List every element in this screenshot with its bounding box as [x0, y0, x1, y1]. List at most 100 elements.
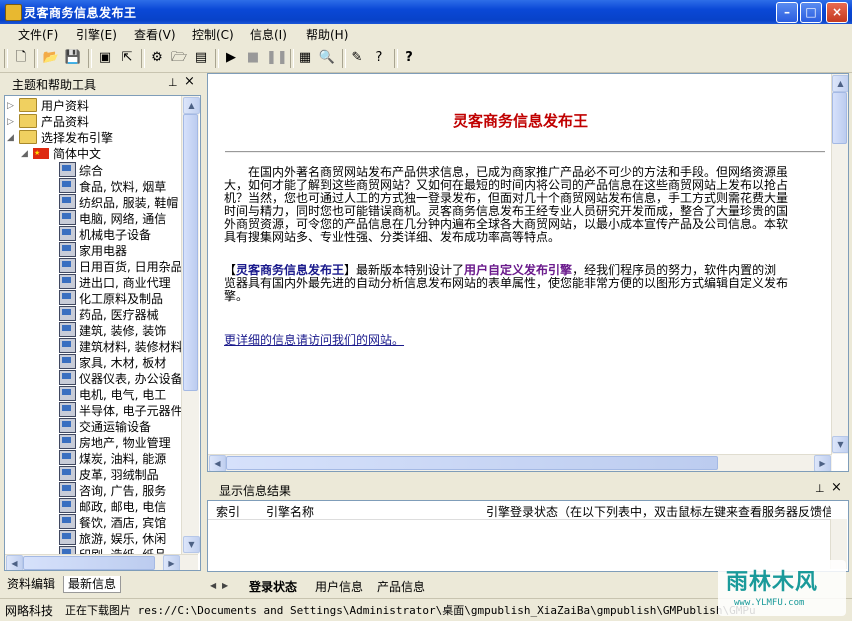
panel-close-icon[interactable]: ×	[184, 74, 195, 89]
play-icon[interactable]: ▶	[222, 49, 240, 67]
menu-engine[interactable]: 引擎(E)	[76, 26, 117, 43]
help-context-icon[interactable]: ?	[370, 49, 388, 67]
expand-arrow-icon[interactable]: ◢	[21, 146, 28, 162]
expand-arrow-icon[interactable]: ◢	[7, 130, 14, 146]
column-engine-name[interactable]: 引擎名称	[266, 503, 314, 520]
tab-scroll-right-icon[interactable]: ▶	[222, 581, 228, 590]
tree-item[interactable]: 纺织品, 服装, 鞋帽	[59, 194, 178, 210]
tree-item[interactable]: 餐饮, 酒店, 宾馆	[59, 514, 166, 530]
tree-item[interactable]: 家具, 木材, 板材	[59, 354, 166, 370]
watermark-logo-text: 雨林木风	[726, 570, 819, 595]
pin-icon[interactable]: ⊥	[168, 76, 178, 89]
tools-icon[interactable]: ⚙	[148, 49, 166, 67]
tab-latest-info[interactable]: 最新信息	[63, 576, 122, 593]
pause-icon[interactable]: ❚❚	[266, 49, 288, 67]
tree-item[interactable]: 电机, 电气, 电工	[59, 386, 166, 402]
topic-tree[interactable]: ▷ 用户资料 ▷ 产品资料 ◢ 选择发布引擎 ◢ 简体中文综合食品, 饮料, 烟草纺织品, 服…	[4, 95, 201, 571]
scroll-right-arrow-icon[interactable]: ▶	[163, 555, 180, 570]
computer-icon	[59, 290, 76, 305]
content-horizontal-scrollbar[interactable]: ◀ ▶	[208, 454, 832, 471]
save-icon[interactable]: 💾	[64, 49, 82, 67]
menu-file[interactable]: 文件(F)	[18, 26, 58, 43]
tree-vertical-scrollbar[interactable]: ▲ ▼	[181, 96, 200, 554]
tree-item[interactable]: ▷ 用户资料	[7, 98, 89, 114]
tree-item[interactable]: 电脑, 网络, 通信	[59, 210, 166, 226]
menu-help[interactable]: 帮助(H)	[306, 26, 348, 43]
content-h-scroll-thumb[interactable]	[226, 456, 718, 470]
tree-horizontal-scrollbar[interactable]: ◀ ▶	[5, 554, 198, 570]
document-icon[interactable]: ▤	[192, 49, 210, 67]
tree-item[interactable]: 药品, 医疗器械	[59, 306, 159, 322]
link-tool-icon[interactable]: ✎	[348, 49, 366, 67]
tree-item[interactable]: 咨询, 广告, 服务	[59, 482, 166, 498]
content-scroll-left-icon[interactable]: ◀	[209, 455, 226, 471]
output-close-icon[interactable]: ×	[831, 480, 842, 495]
tree-item[interactable]: 旅游, 娱乐, 休闲	[59, 530, 166, 546]
tree-item[interactable]: 邮政, 邮电, 电信	[59, 498, 166, 514]
output-pin-icon[interactable]: ⊥	[815, 482, 825, 495]
menu-control[interactable]: 控制(C)	[192, 26, 234, 43]
tree-item[interactable]: 交通运输设备	[59, 418, 151, 434]
title-bar[interactable]: 灵客商务信息发布王 – □ ×	[0, 0, 852, 24]
website-link[interactable]: 更详细的信息请访问我们的网站。	[224, 334, 829, 347]
tree-item-label: 房地产, 物业管理	[79, 436, 171, 450]
minimize-button[interactable]: –	[776, 2, 798, 23]
close-button[interactable]: ×	[826, 2, 848, 23]
column-login-status[interactable]: 引擎登录状态（在以下列表中，双击鼠标左键来查看服务器反馈信	[486, 503, 831, 520]
menu-info[interactable]: 信息(I)	[250, 26, 287, 43]
tree-item[interactable]: 进出口, 商业代理	[59, 274, 171, 290]
tree-item[interactable]: 仪器仪表, 办公设备	[59, 370, 183, 386]
notes-icon[interactable]: ▦	[296, 49, 314, 67]
scroll-down-arrow-icon[interactable]: ▼	[183, 536, 200, 553]
maximize-button[interactable]: □	[800, 2, 822, 23]
help-icon[interactable]: ?	[400, 49, 418, 67]
tree-item[interactable]: 建筑, 装修, 装饰	[59, 322, 166, 338]
tree-item[interactable]: 皮革, 羽绒制品	[59, 466, 159, 482]
content-scroll-thumb[interactable]	[832, 92, 847, 144]
tree-item[interactable]: 建筑材料, 装修材料	[59, 338, 183, 354]
h-scroll-thumb[interactable]	[23, 556, 155, 570]
computer-icon	[59, 386, 76, 401]
tree-item[interactable]: 家用电器	[59, 242, 127, 258]
column-index[interactable]: 索引	[216, 503, 240, 520]
tree-item[interactable]: ◢ 选择发布引擎	[7, 130, 114, 146]
scroll-left-arrow-icon[interactable]: ◀	[6, 555, 23, 570]
content-scroll-right-icon[interactable]: ▶	[814, 455, 831, 471]
content-vertical-scrollbar[interactable]: ▲ ▼	[831, 74, 848, 454]
expand-arrow-icon[interactable]: ▷	[7, 98, 14, 114]
tab-data-edit[interactable]: 资料编辑	[3, 576, 59, 592]
folder-edit-icon[interactable]: 🗁	[170, 49, 188, 67]
new-icon[interactable]: 🗋	[12, 49, 30, 67]
tree-item[interactable]: 食品, 饮料, 烟草	[59, 178, 166, 194]
tab-login-status[interactable]: 登录状态	[249, 578, 297, 595]
tree-item[interactable]: 机械电子设备	[59, 226, 151, 242]
tree-item[interactable]: 化工原料及制品	[59, 290, 163, 306]
export-icon[interactable]: ⇱	[118, 49, 136, 67]
search-icon[interactable]: 🔍	[318, 49, 336, 67]
tab-user-info[interactable]: 用户信息	[315, 578, 363, 595]
tree-item-label: 选择发布引擎	[41, 131, 114, 145]
scroll-up-arrow-icon[interactable]: ▲	[183, 97, 200, 114]
window-icon[interactable]: ▣	[96, 49, 114, 67]
content-scroll-down-icon[interactable]: ▼	[832, 436, 848, 453]
open-folder-icon[interactable]: 📂	[42, 49, 60, 67]
stop-icon[interactable]: ■	[244, 49, 262, 67]
tab-scroll-left-icon[interactable]: ◀	[210, 581, 216, 590]
tree-item[interactable]: 日用百货, 日用杂品	[59, 258, 183, 274]
menu-view[interactable]: 查看(V)	[134, 26, 176, 43]
site-watermark: 雨林木风 www.YLMFU.com	[718, 560, 846, 616]
tree-item[interactable]: 煤炭, 油料, 能源	[59, 450, 166, 466]
folder-icon	[19, 98, 37, 112]
tree-item[interactable]: 综合	[59, 162, 103, 178]
tree-item[interactable]: ◢ 简体中文	[21, 145, 101, 162]
scroll-thumb[interactable]	[183, 114, 198, 391]
content-scroll-up-icon[interactable]: ▲	[832, 75, 848, 92]
tree-item[interactable]: 房地产, 物业管理	[59, 434, 171, 450]
tab-product-info[interactable]: 产品信息	[377, 578, 425, 595]
browser-content-pane[interactable]: 灵客商务信息发布王 在国内外著名商贸网站发布产品供求信息，已成为商家推广产品必不…	[207, 73, 849, 472]
tree-item[interactable]: ▷ 产品资料	[7, 114, 89, 130]
expand-arrow-icon[interactable]: ▷	[7, 114, 14, 130]
feature-line-2: 览器具有国内外最先进的自动分析信息发布网站的表单属性，使您能非常方便的以图形方式…	[224, 277, 789, 290]
tree-item[interactable]: 半导体, 电子元器件	[59, 402, 183, 418]
folder-icon	[19, 130, 37, 144]
